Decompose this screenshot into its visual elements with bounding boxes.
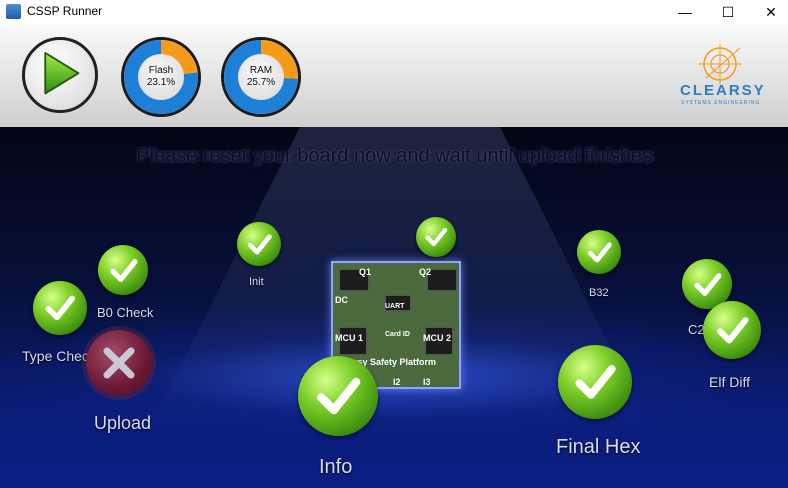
board-label-q2: Q2	[419, 267, 432, 277]
board-label-mcu2: MCU 2	[423, 333, 452, 343]
b0-check-label: B0 Check	[97, 305, 154, 320]
pipeline-stage: Please reset your board now and wait unt…	[0, 127, 788, 488]
board-label-dc: DC	[335, 295, 348, 305]
board-label-i2: I2	[393, 377, 401, 387]
logo-emblem-icon	[698, 44, 742, 84]
b0-check-icon[interactable]	[98, 245, 148, 295]
status-message: Please reset your board now and wait unt…	[136, 145, 652, 167]
upload-label: Upload	[94, 413, 152, 433]
maximize-button[interactable]: ☐	[705, 0, 751, 24]
toolbar: Flash 23.1% RAM 25.7% CLEARSY SYSTEMS EN…	[0, 24, 788, 127]
elf-diff-check-icon[interactable]	[703, 301, 761, 359]
play-icon	[44, 51, 80, 95]
init-label: Init	[249, 276, 264, 288]
b32-label: B32	[589, 287, 609, 299]
elf-diff-label: Elf Diff	[709, 374, 750, 390]
ram-gauge-center: RAM 25.7%	[238, 54, 284, 100]
upload-button[interactable]	[86, 330, 152, 396]
info-top-check-icon[interactable]	[416, 217, 456, 257]
ram-gauge: RAM 25.7%	[221, 37, 301, 117]
flash-gauge-value: 23.1%	[146, 77, 176, 88]
flash-gauge-label: Flash	[148, 65, 174, 76]
type-check-label: Type Check	[22, 348, 96, 364]
logo-tagline: SYSTEMS ENGINEERING	[681, 100, 761, 106]
init-check-icon[interactable]	[237, 222, 281, 266]
board-chip	[427, 269, 457, 291]
title-bar: CSSP Runner — ☐ ✕	[0, 0, 788, 24]
minimize-button[interactable]: —	[662, 0, 708, 24]
run-button[interactable]	[22, 37, 98, 113]
clearsy-logo: CLEARSY SYSTEMS ENGINEERING	[678, 44, 778, 114]
board-label-i3: I3	[423, 377, 431, 387]
close-button[interactable]: ✕	[748, 0, 788, 24]
b32-check-icon[interactable]	[577, 230, 621, 274]
ram-gauge-value: 25.7%	[246, 77, 276, 88]
ram-gauge-label: RAM	[249, 65, 273, 76]
board-label-card-id: Card ID	[385, 331, 410, 338]
flash-gauge-center: Flash 23.1%	[138, 54, 184, 100]
app-icon	[6, 4, 21, 19]
type-check-icon[interactable]	[33, 281, 87, 335]
flash-gauge: Flash 23.1%	[121, 37, 201, 117]
final-hex-check-icon[interactable]	[558, 345, 632, 419]
board-label-uart: UART	[385, 303, 405, 310]
final-hex-label: Final Hex	[556, 436, 641, 458]
board-label-q1: Q1	[359, 267, 372, 277]
window-title: CSSP Runner	[27, 4, 103, 18]
close-x-icon	[103, 347, 135, 379]
info-check-icon[interactable]	[298, 356, 378, 436]
info-label: Info	[319, 456, 353, 478]
logo-name: CLEARSY	[680, 82, 766, 99]
board-label-mcu1: MCU 1	[335, 333, 364, 343]
